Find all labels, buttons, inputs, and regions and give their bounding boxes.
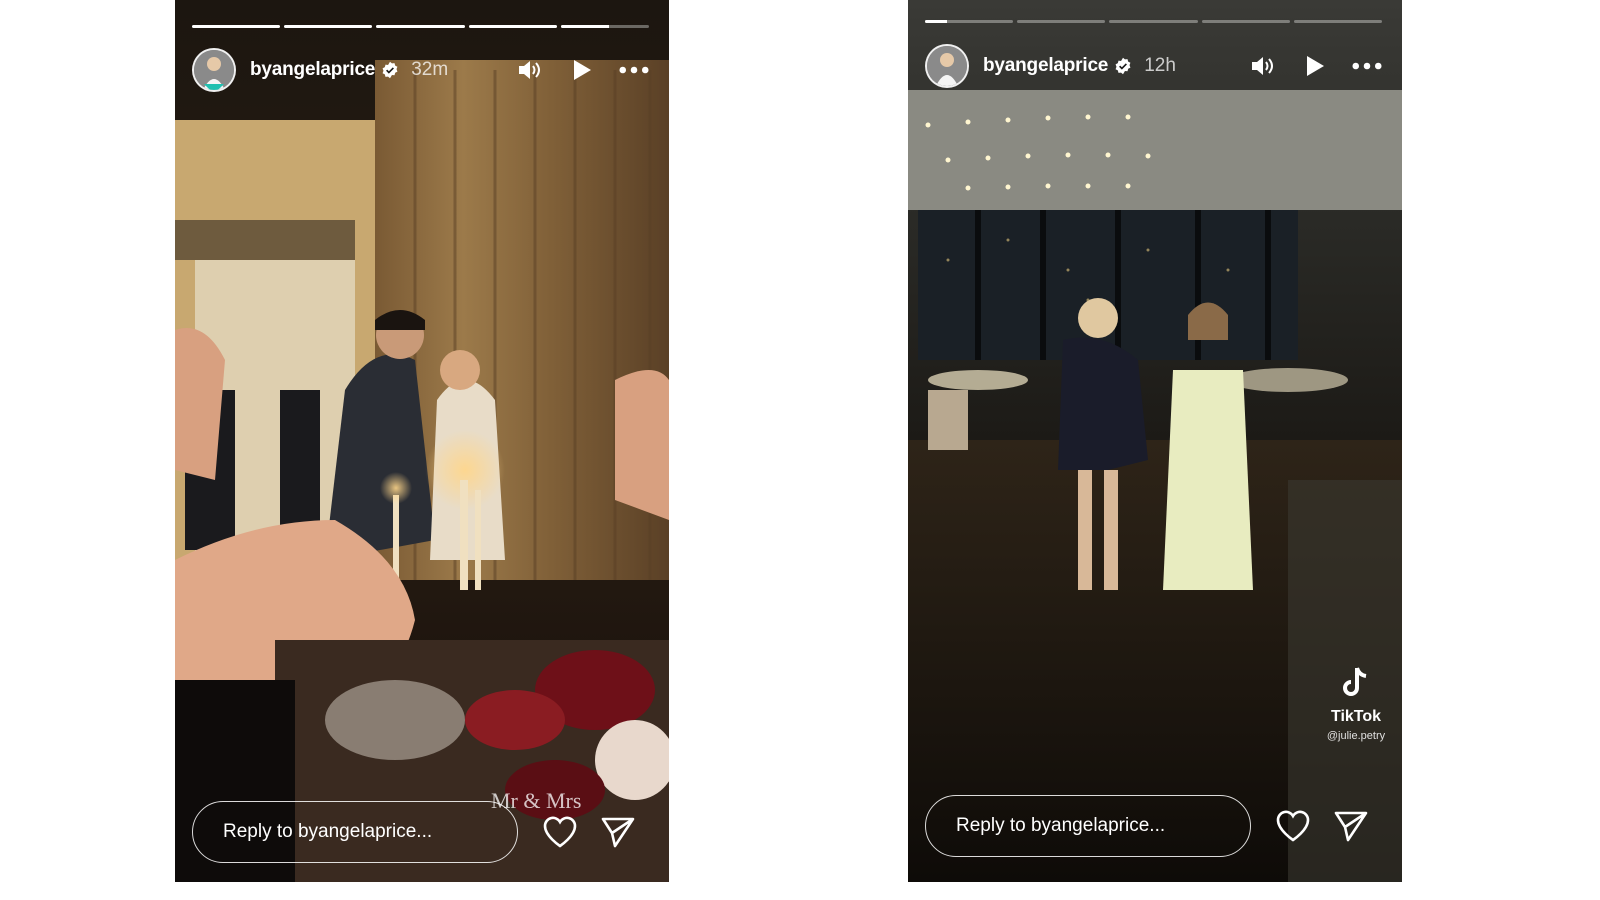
story-footer: Reply to byangelaprice... — [192, 800, 649, 864]
story-left[interactable]: byangelaprice 32m Mr & Mrs Reply to byan… — [175, 0, 669, 882]
progress-segment — [192, 25, 281, 28]
tiktok-handle: @julie.petry — [1326, 730, 1386, 742]
progress-segment — [1017, 20, 1106, 23]
tiktok-brand: TikTok — [1330, 708, 1382, 725]
reply-placeholder: Reply to byangelaprice... — [223, 821, 433, 842]
username[interactable]: byangelaprice — [250, 59, 375, 81]
play-icon[interactable] — [1300, 51, 1330, 81]
progress-segment — [925, 20, 1014, 23]
progress-segment — [1201, 20, 1290, 23]
progress-segment — [376, 25, 465, 28]
story-progress-bar — [192, 25, 650, 28]
story-right[interactable]: byangelaprice 12h TikTok @julie.petry Re… — [908, 0, 1402, 882]
tiktok-logo-icon — [1343, 667, 1367, 696]
time-ago: 32m — [411, 59, 449, 80]
speaker-icon[interactable] — [515, 55, 545, 85]
progress-segment — [284, 25, 373, 28]
heart-icon[interactable] — [540, 812, 580, 852]
story-controls — [1248, 51, 1382, 81]
story-controls — [515, 55, 649, 85]
tiktok-watermark: TikTok @julie.petry — [1316, 665, 1396, 742]
progress-segment — [468, 25, 557, 28]
reply-placeholder: Reply to byangelaprice... — [956, 815, 1166, 836]
username[interactable]: byangelaprice — [983, 55, 1108, 77]
reply-input[interactable]: Reply to byangelaprice... — [925, 795, 1251, 857]
story-header: byangelaprice 32m — [192, 47, 649, 93]
story-progress-bar — [925, 20, 1383, 23]
heart-icon[interactable] — [1273, 806, 1313, 846]
send-icon[interactable] — [598, 812, 638, 852]
verified-badge-icon — [382, 61, 398, 79]
story-footer: Reply to byangelaprice... — [925, 794, 1382, 858]
progress-segment — [1109, 20, 1198, 23]
avatar[interactable] — [925, 44, 969, 88]
more-dots-icon[interactable] — [619, 55, 649, 85]
speaker-icon[interactable] — [1248, 51, 1278, 81]
more-dots-icon[interactable] — [1352, 51, 1382, 81]
progress-segment — [560, 25, 650, 28]
verified-badge-icon — [1115, 57, 1131, 75]
reply-input[interactable]: Reply to byangelaprice... — [192, 801, 518, 863]
story-photo-restaurant-walk — [908, 0, 1402, 882]
story-photo-wedding-reception — [175, 0, 669, 882]
progress-segment — [1293, 20, 1383, 23]
story-header: byangelaprice 12h — [925, 43, 1382, 89]
play-icon[interactable] — [567, 55, 597, 85]
time-ago: 12h — [1144, 55, 1176, 76]
avatar[interactable] — [192, 48, 236, 92]
send-icon[interactable] — [1331, 806, 1371, 846]
